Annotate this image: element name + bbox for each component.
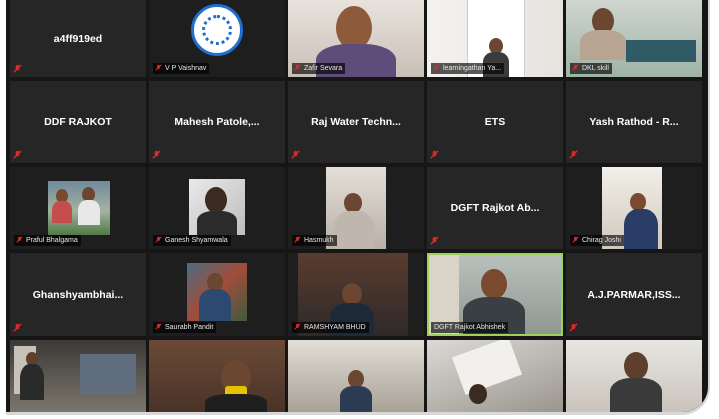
microphone-muted-icon	[294, 236, 301, 243]
participant-tile[interactable]: V P Vaishnav	[149, 0, 285, 77]
microphone-muted-icon	[155, 236, 162, 243]
participant-name: DDF RAJKOT	[44, 116, 112, 128]
participant-name: a4ff919ed	[53, 32, 103, 45]
microphone-muted-icon	[572, 64, 579, 71]
microphone-muted-icon	[430, 236, 439, 245]
participant-tile[interactable]	[566, 340, 702, 412]
participant-tile[interactable]: Ganesh Shyamwala	[149, 167, 285, 249]
participant-label: V P Vaishnav	[153, 63, 210, 74]
participant-tile[interactable]: A.J.PARMAR,ISS...	[566, 253, 702, 336]
participant-tile[interactable]: Zafir Sevara	[288, 0, 424, 77]
participant-tile[interactable]: Ghanshyambhai...	[10, 253, 146, 336]
participant-name: ETS	[484, 116, 506, 128]
participant-photo	[187, 263, 247, 321]
participant-tile[interactable]: Praful Bhalgama	[10, 167, 146, 249]
participant-label: learningathan Ya...	[431, 63, 505, 74]
participant-video	[149, 340, 285, 412]
participant-name: Hasmukh	[304, 237, 334, 244]
participant-tile[interactable]: learningathan Ya...	[427, 0, 563, 77]
participant-video	[427, 340, 563, 412]
microphone-muted-icon	[433, 64, 440, 71]
participant-label: Saurabh Pandit	[153, 322, 217, 333]
participant-name: V P Vaishnav	[165, 65, 207, 72]
participant-name: DKL skill	[582, 65, 609, 72]
participant-name: A.J.PARMAR,ISS...	[587, 288, 681, 301]
participant-tile[interactable]	[10, 340, 146, 412]
participant-name: Yash Rathod - R...	[589, 116, 679, 128]
participant-name: Ganesh Shyamwala	[165, 237, 228, 244]
microphone-muted-icon	[16, 236, 23, 243]
participant-tile[interactable]: a4ff919ed	[10, 0, 146, 77]
microphone-muted-icon	[569, 150, 578, 159]
participant-name: Zafir Sevara	[304, 65, 343, 72]
participant-name: Raj Water Techn...	[311, 116, 401, 128]
participant-label: Hasmukh	[292, 235, 337, 246]
participant-name: Saurabh Pandit	[165, 324, 214, 331]
participant-name: Mahesh Patole,...	[174, 116, 260, 128]
microphone-muted-icon	[13, 64, 22, 73]
meeting-window: a4ff919ed V P Vaishnav Zafir Sevara lear…	[6, 0, 710, 415]
participant-label: Ganesh Shyamwala	[153, 235, 231, 246]
microphone-muted-icon	[569, 323, 578, 332]
participant-tile[interactable]: DKL skill	[566, 0, 702, 77]
participant-name: DGFT Rajkot Abhishek	[434, 324, 506, 331]
participant-photo	[189, 179, 245, 235]
participant-video	[10, 340, 146, 412]
participant-name: Praful Bhalgama	[26, 237, 78, 244]
participant-tile-active-speaker[interactable]: DGFT Rajkot Abhishek	[427, 253, 563, 336]
participant-tile[interactable]	[288, 340, 424, 412]
participant-name: Ghanshyambhai...	[32, 288, 124, 301]
microphone-muted-icon	[291, 150, 300, 159]
microphone-muted-icon	[294, 323, 301, 330]
participant-tile[interactable]: DGFT Rajkot Ab...	[427, 167, 563, 249]
participant-tile[interactable]: DDF RAJKOT	[10, 81, 146, 163]
microphone-muted-icon	[572, 236, 579, 243]
microphone-muted-icon	[152, 150, 161, 159]
microphone-muted-icon	[13, 150, 22, 159]
participant-tile[interactable]: Raj Water Techn...	[288, 81, 424, 163]
participant-name: DGFT Rajkot Ab...	[450, 202, 540, 214]
gallery-view: a4ff919ed V P Vaishnav Zafir Sevara lear…	[10, 0, 706, 412]
participant-tile[interactable]: Mahesh Patole,...	[149, 81, 285, 163]
participant-label: DKL skill	[570, 63, 612, 74]
participant-label: Praful Bhalgama	[14, 235, 81, 246]
microphone-muted-icon	[430, 150, 439, 159]
participant-video	[288, 340, 424, 412]
participant-tile[interactable]: Hasmukh	[288, 167, 424, 249]
microphone-muted-icon	[13, 323, 22, 332]
microphone-muted-icon	[155, 64, 162, 71]
participant-name: Chirag Joshi	[582, 237, 621, 244]
participant-tile[interactable]: RAMSHYAM BHUD	[288, 253, 424, 336]
participant-name: RAMSHYAM BHUD	[304, 324, 366, 331]
participant-label: RAMSHYAM BHUD	[292, 322, 369, 333]
participant-video	[566, 340, 702, 412]
participant-tile[interactable]: Saurabh Pandit	[149, 253, 285, 336]
participant-tile[interactable]: Chirag Joshi	[566, 167, 702, 249]
participant-tile[interactable]: Yash Rathod - R...	[566, 81, 702, 163]
microphone-muted-icon	[294, 64, 301, 71]
participant-tile[interactable]	[427, 340, 563, 412]
microphone-muted-icon	[155, 323, 162, 330]
participant-tile[interactable]: ETS	[427, 81, 563, 163]
organization-logo	[191, 4, 243, 56]
participant-label: DGFT Rajkot Abhishek	[431, 322, 509, 333]
participant-tile[interactable]	[149, 340, 285, 412]
participant-label: Zafir Sevara	[292, 63, 346, 74]
participant-label: Chirag Joshi	[570, 235, 624, 246]
participant-photo	[48, 181, 110, 235]
participant-name: learningathan Ya...	[443, 65, 502, 72]
